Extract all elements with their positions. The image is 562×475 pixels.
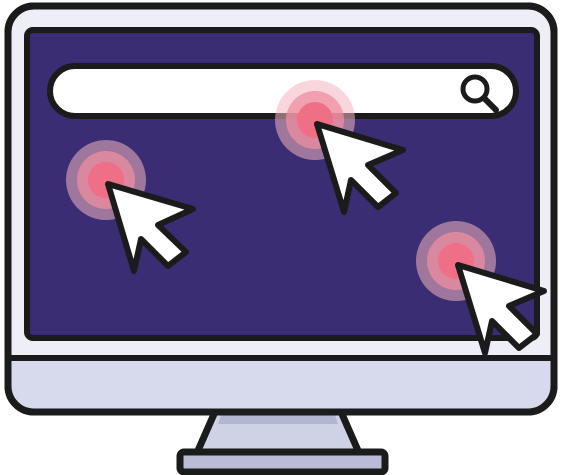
stand-foot: [176, 448, 389, 475]
monitor-chin: [11, 358, 551, 409]
monitor-illustration: [4, 2, 558, 475]
